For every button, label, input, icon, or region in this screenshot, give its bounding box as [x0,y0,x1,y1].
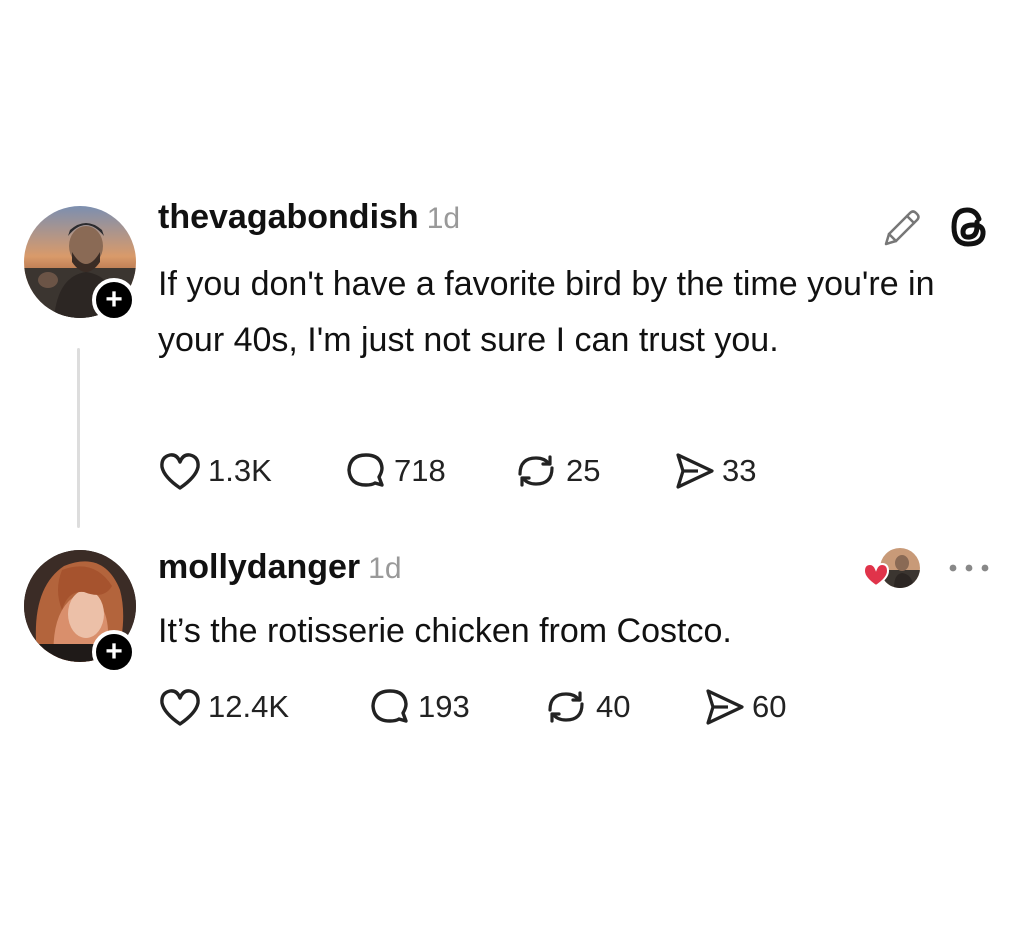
comment-icon [371,689,408,723]
repost-count: 40 [596,689,631,724]
share-count: 60 [752,689,787,724]
reply-timestamp: 1d [368,552,402,585]
repost-button[interactable]: 40 [542,686,702,728]
share-button[interactable]: 33 [672,450,756,492]
like-count: 1.3K [208,453,272,488]
thread-line [77,348,80,528]
post-username[interactable]: thevagabondish 1d [158,198,460,237]
like-button[interactable]: 12.4K [158,686,368,728]
post-timestamp: 1d [426,202,461,235]
comment-icon [347,453,384,487]
more-icon[interactable] [946,558,992,583]
send-icon [706,689,744,725]
heart-icon [160,453,200,490]
reply-button[interactable]: 718 [344,450,512,492]
reply-button[interactable]: 193 [368,686,542,728]
post-text: If you don't have a favorite bird by the… [158,265,935,359]
reply-count: 193 [418,689,470,724]
send-icon [676,453,714,489]
reply-username[interactable]: mollydanger 1d [158,548,402,587]
like-button[interactable]: 1.3K [158,450,344,492]
reply-count: 718 [394,453,446,488]
liked-by-author-icon [862,548,922,592]
repost-icon [548,691,584,723]
share-button[interactable]: 60 [702,686,786,728]
heart-icon [160,689,200,726]
share-count: 33 [722,453,757,488]
reply-username-text[interactable]: mollydanger [158,548,360,586]
edit-icon[interactable] [880,206,924,255]
repost-icon [518,455,554,487]
repost-button[interactable]: 25 [512,450,672,492]
reply-text: It’s the rotisserie chicken from Costco. [158,612,732,650]
follow-button[interactable]: + [92,630,136,674]
like-count: 12.4K [208,689,290,724]
post-actions: 1.3K 718 25 33 [158,450,756,492]
follow-button[interactable]: + [92,278,136,322]
post-username-text[interactable]: thevagabondish [158,198,419,236]
repost-count: 25 [566,453,601,488]
red-heart-icon [862,562,890,588]
reply-actions: 12.4K 193 40 60 [158,686,786,728]
threads-logo-icon[interactable] [946,204,992,255]
